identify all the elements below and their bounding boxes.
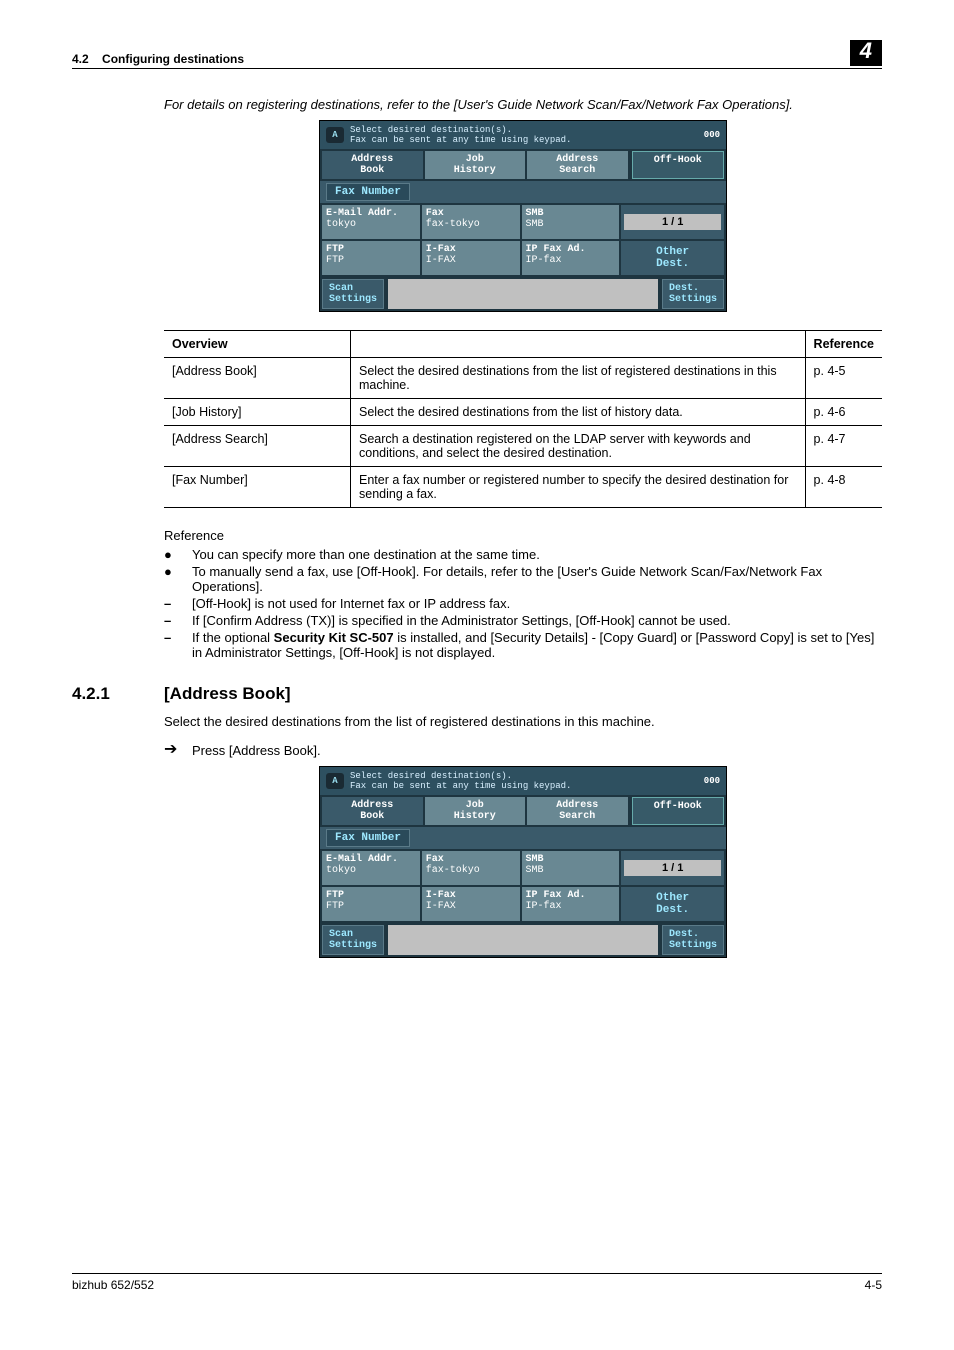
list-item: ●You can specify more than one destinati… <box>164 547 882 562</box>
list-item: –[Off-Hook] is not used for Internet fax… <box>164 596 882 611</box>
dest-settings-button[interactable]: Dest. Settings <box>662 925 724 955</box>
off-hook-button[interactable]: Off-Hook <box>632 797 724 825</box>
dest-fax[interactable]: Faxfax-tokyo <box>422 205 520 239</box>
other-dest-button[interactable]: OtherDest. <box>621 887 724 921</box>
dest-smb[interactable]: SMBSMB <box>522 851 620 885</box>
arrow-icon: ➔ <box>164 743 192 758</box>
dest-ifax[interactable]: I-FaxI-FAX <box>422 887 520 921</box>
table-row: [Address Search]Search a destination reg… <box>164 426 882 467</box>
dest-email[interactable]: E-Mail Addr.tokyo <box>322 205 420 239</box>
fax-number-tab[interactable]: Fax Number <box>326 829 410 847</box>
info-bar <box>388 925 658 955</box>
table-row: [Job History]Select the desired destinat… <box>164 399 882 426</box>
reference-block: Reference ●You can specify more than one… <box>164 528 882 660</box>
dest-ftp[interactable]: FTPFTP <box>322 241 420 275</box>
ss-msg2: Fax can be sent at any time using keypad… <box>350 135 704 145</box>
list-item: –If the optional Security Kit SC-507 is … <box>164 630 882 660</box>
tab-address-book[interactable]: AddressBook <box>322 151 423 179</box>
tab-job-history[interactable]: JobHistory <box>425 797 526 825</box>
section-title: [Address Book] <box>164 684 291 704</box>
page-header: 4.2 Configuring destinations 4 <box>72 40 882 69</box>
dest-ftp[interactable]: FTPFTP <box>322 887 420 921</box>
page-indicator: 1 / 1 <box>621 205 724 239</box>
scan-settings-button[interactable]: Scan Settings <box>322 279 384 309</box>
list-item: ●To manually send a fax, use [Off-Hook].… <box>164 564 882 594</box>
other-dest-button[interactable]: OtherDest. <box>621 241 724 275</box>
dest-ifax[interactable]: I-FaxI-FAX <box>422 241 520 275</box>
reference-label: Reference <box>164 528 882 543</box>
ss-msg1: Select desired destination(s). <box>350 125 704 135</box>
dest-ipfax[interactable]: IP Fax Ad.IP-fax <box>522 887 620 921</box>
dest-settings-button[interactable]: Dest. Settings <box>662 279 724 309</box>
scan-settings-button[interactable]: Scan Settings <box>322 925 384 955</box>
footer-right: 4-5 <box>865 1278 882 1292</box>
fax-number-tab[interactable]: Fax Number <box>326 183 410 201</box>
dest-fax[interactable]: Faxfax-tokyo <box>422 851 520 885</box>
footer-left: bizhub 652/552 <box>72 1278 154 1292</box>
header-title: Configuring destinations <box>102 52 244 66</box>
ss-counter: 000 <box>704 130 720 140</box>
th-overview: Overview <box>164 331 351 358</box>
tab-job-history[interactable]: JobHistory <box>425 151 526 179</box>
section-number: 4.2.1 <box>72 684 164 704</box>
table-row: [Address Book]Select the desired destina… <box>164 358 882 399</box>
table-row: [Fax Number]Enter a fax number or regist… <box>164 467 882 508</box>
dest-email[interactable]: E-Mail Addr.tokyo <box>322 851 420 885</box>
header-section: 4.2 <box>72 52 89 66</box>
list-item: –If [Confirm Address (TX)] is specified … <box>164 613 882 628</box>
section-body: Select the desired destinations from the… <box>164 714 882 729</box>
off-hook-button[interactable]: Off-Hook <box>632 151 724 179</box>
panel-icon: A <box>326 127 344 143</box>
tab-address-search[interactable]: AddressSearch <box>527 151 628 179</box>
chapter-badge: 4 <box>850 40 882 66</box>
overview-table: Overview Reference [Address Book]Select … <box>164 330 882 508</box>
page-footer: bizhub 652/552 4-5 <box>72 1273 882 1292</box>
tab-address-book[interactable]: AddressBook <box>322 797 423 825</box>
intro-text: For details on registering destinations,… <box>164 97 882 112</box>
device-screenshot-2: A Select desired destination(s). Fax can… <box>319 766 727 958</box>
panel-icon: A <box>326 773 344 789</box>
step-line: ➔ Press [Address Book]. <box>164 743 882 758</box>
tab-address-search[interactable]: AddressSearch <box>527 797 628 825</box>
step-text: Press [Address Book]. <box>192 743 321 758</box>
th-reference: Reference <box>805 331 882 358</box>
dest-smb[interactable]: SMBSMB <box>522 205 620 239</box>
page-indicator: 1 / 1 <box>621 851 724 885</box>
dest-ipfax[interactable]: IP Fax Ad.IP-fax <box>522 241 620 275</box>
info-bar <box>388 279 658 309</box>
device-screenshot-1: A Select desired destination(s). Fax can… <box>319 120 727 312</box>
section-heading: 4.2.1 [Address Book] <box>72 684 882 704</box>
